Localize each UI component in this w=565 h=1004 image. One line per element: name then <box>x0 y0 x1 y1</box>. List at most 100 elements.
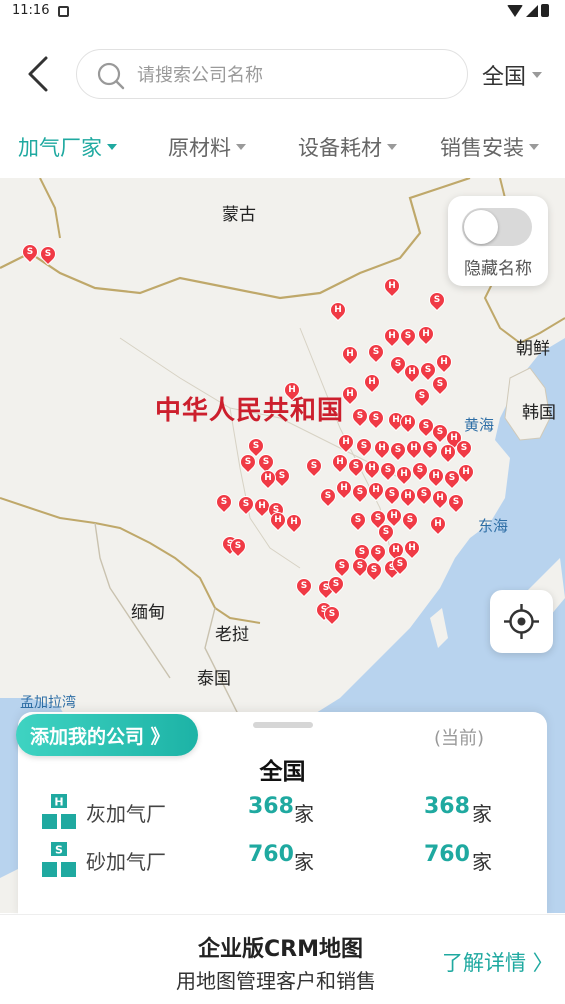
add-company-label: 添加我的公司 》 <box>30 725 170 748</box>
pin-letter: S <box>360 441 368 451</box>
pin-letter: H <box>404 417 412 427</box>
back-button[interactable] <box>22 54 62 94</box>
pin-letter: H <box>368 377 376 387</box>
pin-letter: S <box>374 547 382 557</box>
national-border <box>0 178 471 300</box>
pin-letter: S <box>338 561 346 571</box>
wifi-icon <box>507 4 523 17</box>
map-label-yellow-sea: 黄海 <box>464 416 495 434</box>
stat-name: 灰加气厂 <box>86 802 166 826</box>
gray-factory-letter: H <box>54 796 63 809</box>
status-time: 11:16 <box>12 3 50 18</box>
pin-letter: H <box>462 467 470 477</box>
pin-letter: S <box>352 461 360 471</box>
pin-letter: H <box>408 543 416 553</box>
pin-letter: S <box>354 515 362 525</box>
pin-letter: S <box>324 491 332 501</box>
national-border <box>39 178 61 239</box>
pin-letter: H <box>372 485 380 495</box>
pin-letter: H <box>336 457 344 467</box>
tab-equipment[interactable]: 设备耗材 <box>298 132 397 162</box>
pin-letter: S <box>328 609 336 619</box>
pin-letter: H <box>444 447 452 457</box>
pin-letter: S <box>384 465 392 475</box>
sand-factory-icon: S <box>42 842 76 877</box>
pin-letter: H <box>434 519 442 529</box>
pin-letter: S <box>426 443 434 453</box>
app-screen: 11:16 全国 加气厂家 <box>0 0 565 1004</box>
pin-letter: H <box>408 367 416 377</box>
stat-row-sand: S 砂加气厂 760 家 760 家 <box>18 840 547 880</box>
battery-icon <box>541 4 549 17</box>
region-select[interactable]: 全国 <box>482 60 543 90</box>
pin-letter: S <box>396 559 404 569</box>
pin-letter: H <box>264 473 272 483</box>
pin-letter: H <box>440 357 448 367</box>
banner-subtitle: 用地图管理客户和销售 <box>176 969 376 993</box>
stat-unit: 家 <box>294 850 314 874</box>
tab-aerated-factory[interactable]: 加气厂家 <box>18 132 117 162</box>
pin-letter: S <box>394 445 402 455</box>
pin-letter: H <box>340 483 348 493</box>
stat-current-count: 368 <box>424 794 470 819</box>
search-input[interactable] <box>137 60 447 90</box>
pin-letter: S <box>460 443 468 453</box>
pin-letter: S <box>374 513 382 523</box>
drag-handle[interactable] <box>253 722 313 728</box>
pin-letter: S <box>356 487 364 497</box>
map-label-laos: 老挝 <box>215 625 249 645</box>
map-label-thailand: 泰国 <box>197 669 231 689</box>
pin-letter: S <box>372 413 380 423</box>
search-icon <box>97 62 125 90</box>
map-label-south-korea: 韩国 <box>522 403 556 423</box>
category-tabs: 加气厂家 原材料 设备耗材 销售安装 <box>0 118 565 176</box>
map-label-bay-of-bengal: 孟加拉湾 <box>20 695 76 711</box>
pin-letter: S <box>372 347 380 357</box>
pin-letter: H <box>334 305 342 315</box>
notification-icon <box>58 6 69 17</box>
caret-down-icon <box>532 72 543 78</box>
hide-names-toggle[interactable] <box>462 208 532 246</box>
gray-factory-icon: H <box>42 794 76 829</box>
stat-name: 砂加气厂 <box>86 850 166 874</box>
tab-label: 原材料 <box>168 136 231 160</box>
learn-more-link[interactable]: 了解详情 〉 <box>442 947 554 977</box>
pin-letter: S <box>278 471 286 481</box>
pin-letter: H <box>346 389 354 399</box>
pin-letter: S <box>436 379 444 389</box>
map-label-china: 中华人民共和国 <box>155 396 345 426</box>
toggle-knob <box>464 210 498 244</box>
sand-factory-letter: S <box>55 844 63 857</box>
hide-names-label: 隐藏名称 <box>464 259 532 279</box>
search-box[interactable] <box>76 49 468 99</box>
pin-letter: S <box>262 457 270 467</box>
pin-letter: S <box>26 247 34 257</box>
pin-letter: S <box>300 581 308 591</box>
pin-letter: H <box>368 463 376 473</box>
pin-letter: H <box>390 511 398 521</box>
crm-banner[interactable]: 企业版CRM地图 用地图管理客户和销售 了解详情 〉 <box>0 914 565 1004</box>
pin-letter: S <box>244 457 252 467</box>
pin-letter: H <box>274 515 282 525</box>
pin-letter: H <box>378 443 386 453</box>
locate-button[interactable] <box>490 590 553 653</box>
stat-unit: 家 <box>294 802 314 826</box>
pin-letter: S <box>406 515 414 525</box>
caret-down-icon <box>107 144 117 150</box>
caret-down-icon <box>529 144 539 150</box>
stat-unit: 家 <box>472 802 492 826</box>
stats-card: 添加我的公司 》 (当前) 全国 H 灰加气厂 368 家 368 家 S 砂加… <box>16 712 547 917</box>
add-company-button[interactable]: 添加我的公司 》 <box>16 714 198 756</box>
pin-letter: S <box>433 295 441 305</box>
crosshair-icon <box>504 604 539 639</box>
tab-raw-materials[interactable]: 原材料 <box>168 132 246 162</box>
tab-sales-install[interactable]: 销售安装 <box>440 132 539 162</box>
region-select-label: 全国 <box>482 65 527 90</box>
pin-letter: H <box>436 493 444 503</box>
pin-letter: H <box>410 443 418 453</box>
pin-letter: S <box>44 249 52 259</box>
banner-title: 企业版CRM地图 <box>198 937 363 962</box>
pin-letter: S <box>418 391 426 401</box>
pin-letter: S <box>452 497 460 507</box>
pin-letter: S <box>234 541 242 551</box>
